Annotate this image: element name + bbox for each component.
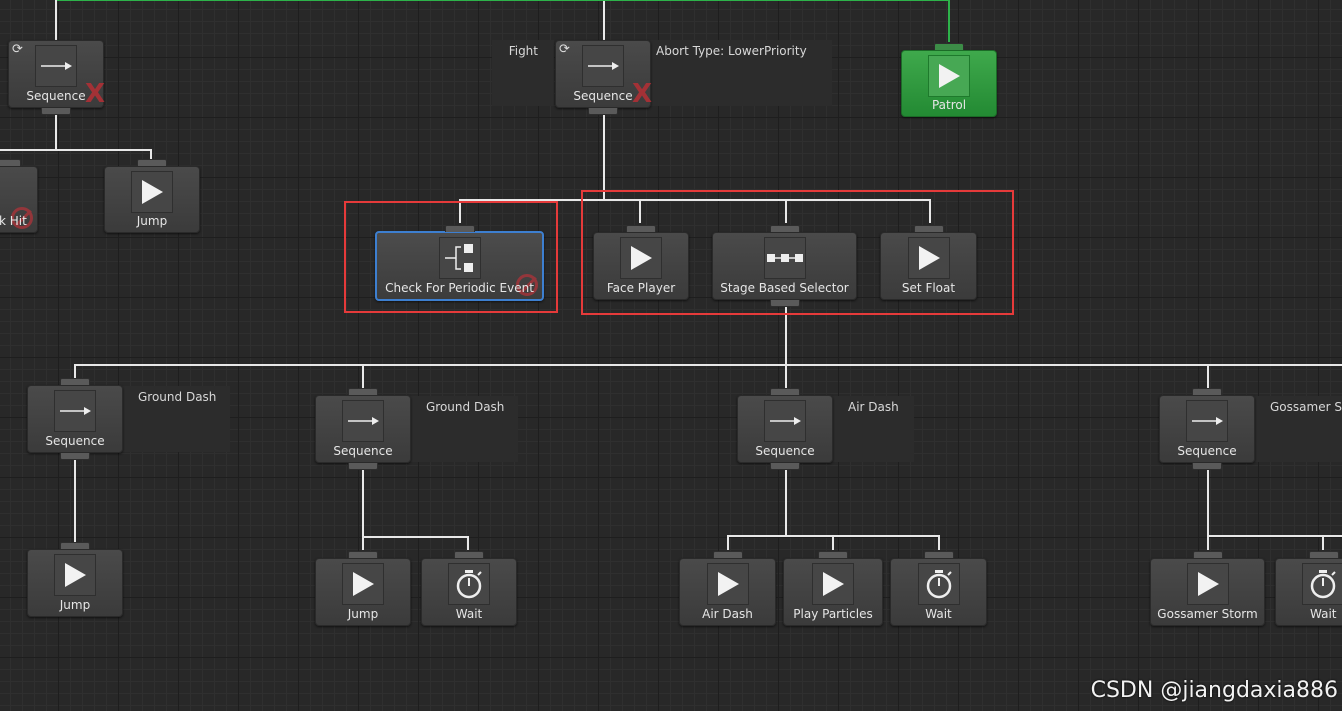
play-icon	[54, 554, 96, 596]
node-label: Jump	[136, 214, 168, 228]
connection-line	[727, 535, 729, 550]
arrow-right-icon	[582, 45, 624, 87]
sequence-node[interactable]: ⟳ X Sequence	[8, 40, 105, 115]
connection-line	[74, 460, 76, 542]
reload-icon: ⟳	[559, 42, 570, 57]
node-label: Sequence	[755, 444, 815, 458]
play-icon	[342, 563, 384, 605]
play-icon	[706, 563, 749, 605]
play-icon	[620, 237, 662, 279]
connection-line	[55, 115, 57, 150]
node-label: Wait	[455, 607, 483, 621]
action-node[interactable]: Jump	[104, 159, 200, 233]
wait-node[interactable]: Wait	[421, 551, 517, 626]
active-connection-line	[948, 0, 950, 42]
node-label: Sequence	[333, 444, 393, 458]
node-label: Jump	[59, 598, 91, 612]
connection-line	[467, 536, 469, 550]
active-connection-line	[57, 0, 949, 1]
node-label: Sequence	[26, 89, 86, 103]
connection-line	[832, 535, 834, 550]
play-icon	[812, 563, 854, 605]
connection-line	[150, 149, 152, 159]
conditional-node-selected[interactable]: Check For Periodic Event	[375, 225, 544, 301]
arrow-right-icon	[1186, 400, 1228, 442]
node-label: Sequence	[1177, 444, 1237, 458]
node-label: Stage Based Selector	[720, 281, 849, 295]
connection-line	[362, 364, 364, 388]
arrow-right-icon	[54, 390, 96, 432]
stopwatch-icon	[1302, 563, 1342, 605]
node-label: Face Player	[606, 281, 676, 295]
connection-line	[362, 536, 469, 538]
connection-line	[1207, 470, 1209, 550]
play-icon	[928, 55, 970, 97]
arrow-right-icon	[35, 45, 77, 87]
sequence-node[interactable]: Sequence	[1159, 388, 1255, 470]
play-icon	[1186, 563, 1229, 605]
connection-line	[1207, 364, 1209, 388]
node-label: k Hit	[0, 214, 27, 228]
comment-fight: Fight	[492, 40, 554, 106]
connection-line	[0, 149, 152, 151]
connection-line	[74, 364, 1342, 366]
node-label: Wait	[1310, 607, 1337, 621]
connection-line	[938, 535, 940, 550]
behavior-tree-canvas[interactable]: Fight Abort Type: LowerPriority Ground D…	[0, 0, 1342, 711]
arrow-right-icon	[342, 400, 384, 442]
comment-abort-type: Abort Type: LowerPriority	[650, 40, 832, 106]
stopwatch-icon	[917, 563, 960, 605]
reload-icon: ⟳	[12, 42, 23, 57]
selector-node[interactable]: Stage Based Selector	[712, 225, 857, 307]
comment-ground-dash: Ground Dash	[410, 396, 518, 462]
node-label: Check For Periodic Event	[385, 281, 534, 295]
action-node[interactable]: Play Particles	[783, 551, 883, 626]
action-node[interactable]: k Hit	[0, 159, 38, 233]
comment-ground-dash: Ground Dash	[122, 386, 230, 452]
sequence-node[interactable]: Sequence	[27, 378, 123, 460]
connection-line	[603, 0, 605, 40]
stage-selector-icon	[763, 237, 806, 279]
sequence-node[interactable]: ⟳ X Sequence	[555, 40, 652, 115]
action-node[interactable]: Set Float	[880, 225, 977, 300]
sequence-node[interactable]: Sequence	[737, 388, 833, 470]
connection-line	[55, 0, 57, 40]
stopwatch-icon	[448, 563, 490, 605]
play-icon	[907, 237, 950, 279]
patrol-node[interactable]: Patrol	[901, 43, 997, 117]
action-node[interactable]: Jump	[315, 551, 411, 626]
action-node[interactable]: Jump	[27, 542, 123, 617]
connection-line	[74, 364, 76, 378]
node-label: Patrol	[931, 98, 967, 112]
play-icon	[131, 171, 173, 213]
connection-line	[785, 364, 787, 388]
branch-icon	[438, 237, 481, 279]
node-label: Set Float	[901, 281, 956, 295]
connection-line	[603, 115, 605, 200]
connection-line	[785, 470, 787, 536]
comment-air-dash: Air Dash	[832, 396, 914, 462]
wait-node[interactable]: Wait	[1275, 551, 1342, 626]
node-label: Gossamer Storm	[1157, 607, 1258, 621]
connection-line	[1322, 535, 1324, 550]
node-label: Air Dash	[702, 607, 753, 621]
action-node[interactable]: Face Player	[593, 225, 689, 300]
action-node[interactable]: Air Dash	[679, 551, 776, 626]
wait-node[interactable]: Wait	[890, 551, 987, 626]
node-label: Jump	[347, 607, 379, 621]
action-node[interactable]: Gossamer Storm	[1150, 551, 1265, 626]
node-label: Sequence	[573, 89, 633, 103]
node-label: Sequence	[45, 434, 105, 448]
connection-line	[362, 470, 364, 550]
node-label: Wait	[925, 607, 952, 621]
node-label: Play Particles	[793, 607, 873, 621]
sequence-node[interactable]: Sequence	[315, 388, 411, 470]
arrow-right-icon	[764, 400, 806, 442]
watermark: CSDN @jiangdaxia886	[1090, 678, 1338, 703]
comment-gossamer: Gossamer St	[1254, 396, 1342, 462]
